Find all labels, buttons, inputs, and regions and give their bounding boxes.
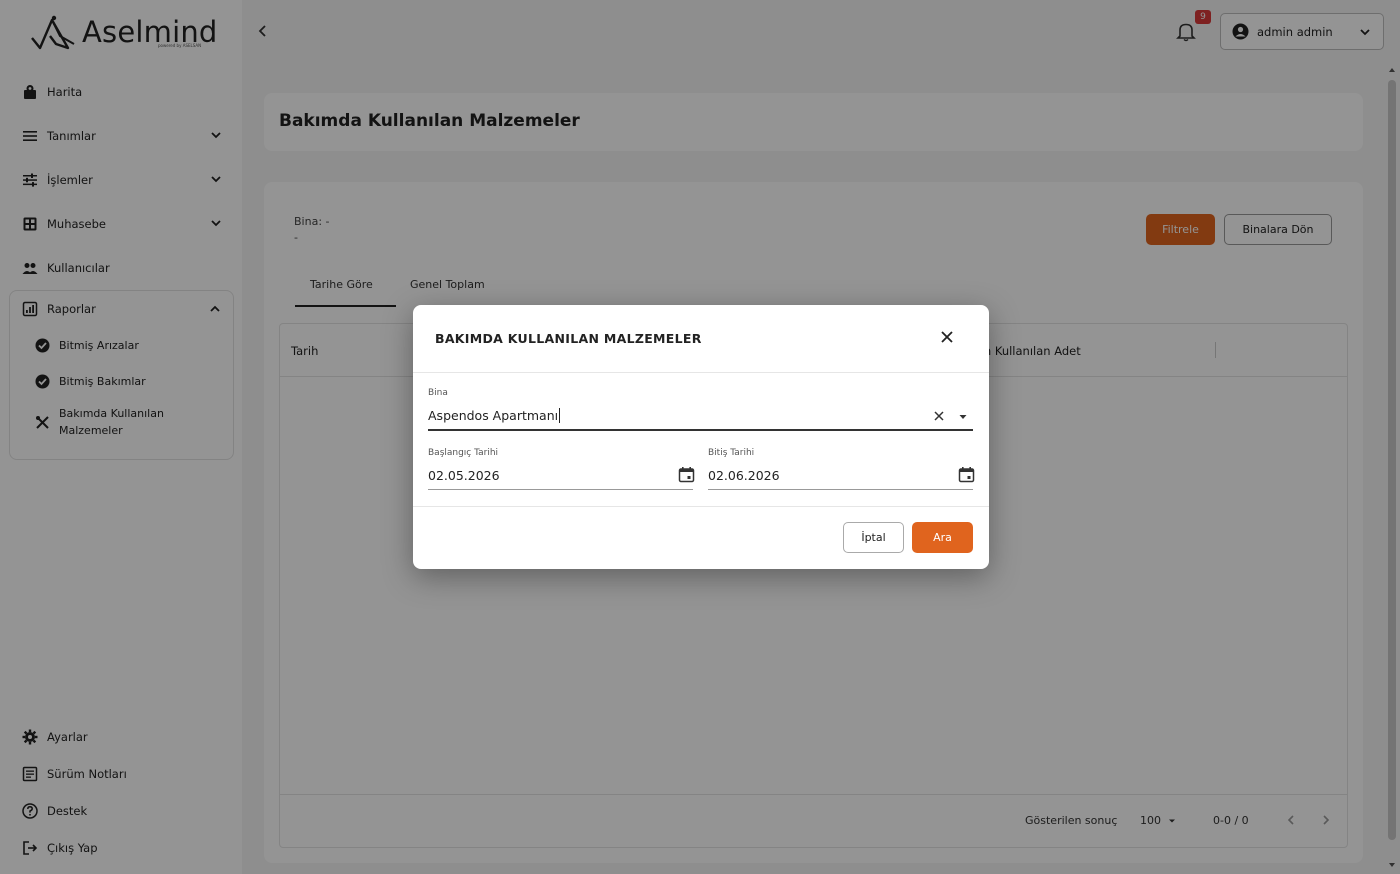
start-date-label: Başlangıç Tarihi	[428, 448, 499, 458]
building-input-underline	[428, 429, 973, 431]
end-date-input[interactable]: 02.06.2026	[708, 468, 780, 483]
caret-down-icon[interactable]	[958, 413, 968, 421]
dialog-title: BAKIMDA KULLANILAN MALZEMELER	[435, 331, 702, 346]
dialog-divider-bottom	[413, 506, 989, 507]
end-date-label: Bitiş Tarihi	[708, 448, 755, 458]
dialog-divider-top	[413, 372, 989, 373]
filter-dialog: BAKIMDA KULLANILAN MALZEMELER Bina Aspen…	[413, 305, 989, 569]
clear-icon[interactable]	[933, 410, 945, 422]
end-date-underline	[708, 489, 973, 490]
start-date-underline	[428, 489, 693, 490]
calendar-icon[interactable]	[678, 466, 695, 483]
building-autocomplete-input[interactable]: Aspendos Apartmanı	[428, 408, 561, 423]
search-button[interactable]: Ara	[912, 522, 973, 553]
close-icon[interactable]	[939, 329, 955, 345]
text-caret	[559, 408, 561, 423]
calendar-icon[interactable]	[958, 466, 975, 483]
building-input-value: Aspendos Apartmanı	[428, 408, 559, 423]
cancel-button[interactable]: İptal	[843, 522, 904, 553]
building-field-label: Bina	[428, 388, 448, 398]
start-date-input[interactable]: 02.05.2026	[428, 468, 500, 483]
